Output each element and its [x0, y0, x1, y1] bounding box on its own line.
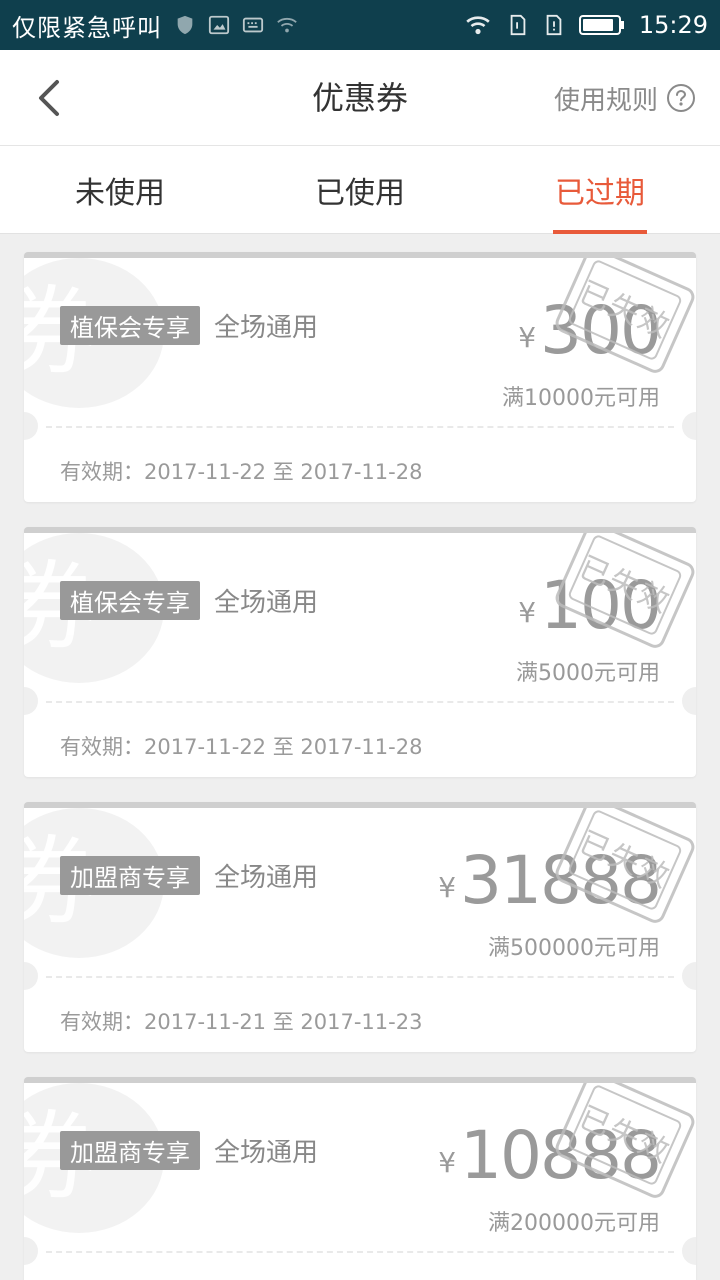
status-bar: 仅限紧急呼叫 15:29: [0, 0, 720, 50]
coupon-scope: 全场通用: [214, 863, 319, 893]
status-time: 15:29: [638, 11, 708, 39]
coupon-card: 券 植保会专享 全场通用 ¥ 300 已失效 满10000元可用 有效期：201…: [24, 252, 696, 502]
notch-right: [682, 412, 696, 440]
sim-icon: [510, 14, 526, 36]
header: 优惠券 使用规则: [0, 50, 720, 146]
currency-symbol: ¥: [438, 871, 457, 904]
currency-symbol: ¥: [518, 596, 537, 629]
dashed-divider: [46, 701, 674, 703]
status-right: 15:29: [463, 11, 708, 39]
notch-left: [24, 687, 38, 715]
coupon-validity: 有效期：2017-11-22 至 2017-11-28: [60, 735, 423, 759]
coupon-scope: 全场通用: [214, 1138, 319, 1168]
dashed-divider: [46, 976, 674, 978]
notch-right: [682, 1237, 696, 1265]
notch-left: [24, 412, 38, 440]
notch-left: [24, 1237, 38, 1265]
wifi-question-icon: [277, 17, 297, 33]
shield-icon: [177, 15, 193, 35]
coupon-tag: 加盟商专享: [60, 856, 200, 895]
status-left: 仅限紧急呼叫: [12, 8, 298, 43]
coupon-list[interactable]: 券 植保会专享 全场通用 ¥ 300 已失效 满10000元可用 有效期：201…: [0, 234, 720, 1280]
currency-symbol: ¥: [518, 321, 537, 354]
keyboard-icon: [242, 17, 264, 33]
status-text: 仅限紧急呼叫: [12, 13, 162, 42]
image-icon: [208, 15, 230, 35]
coupon-condition: 满200000元可用: [488, 1211, 660, 1236]
coupon-card: 券 植保会专享 全场通用 ¥ 100 已失效 满5000元可用 有效期：2017…: [24, 527, 696, 777]
battery-icon: [578, 15, 624, 35]
coupon-card: 券 加盟商专享 全场通用 ¥ 31888 已失效 满500000元可用 有效期：…: [24, 802, 696, 1052]
coupon-tag-row: 植保会专享 全场通用: [60, 581, 318, 620]
coupon-tag-row: 加盟商专享 全场通用: [60, 1131, 318, 1170]
dashed-divider: [46, 1251, 674, 1253]
coupon-tag-row: 植保会专享 全场通用: [60, 306, 318, 345]
tab-used[interactable]: 已使用: [240, 146, 480, 233]
tab-unused[interactable]: 未使用: [0, 146, 240, 233]
notch-left: [24, 962, 38, 990]
coupon-card: 券 加盟商专享 全场通用 ¥ 10888 已失效 满200000元可用: [24, 1077, 696, 1280]
wifi-icon: [466, 16, 490, 35]
help-circle-icon: [667, 84, 695, 112]
usage-rules-label: 使用规则: [553, 85, 658, 116]
notch-right: [682, 687, 696, 715]
tab-expired[interactable]: 已过期: [480, 146, 720, 233]
dashed-divider: [46, 426, 674, 428]
tab-bar: 未使用 已使用 已过期: [0, 146, 720, 234]
coupon-validity: 有效期：2017-11-22 至 2017-11-28: [60, 460, 423, 484]
coupon-scope: 全场通用: [214, 588, 319, 618]
usage-rules-link[interactable]: 使用规则: [554, 50, 696, 146]
coupon-tag-row: 加盟商专享 全场通用: [60, 856, 318, 895]
coupon-condition: 满5000元可用: [516, 661, 660, 686]
notch-right: [682, 962, 696, 990]
currency-symbol: ¥: [438, 1146, 457, 1179]
coupon-condition: 满10000元可用: [502, 386, 660, 411]
sim-icon-2: [546, 14, 562, 36]
coupon-validity: 有效期：2017-11-21 至 2017-11-23: [60, 1010, 423, 1034]
coupon-tag: 加盟商专享: [60, 1131, 200, 1170]
coupon-condition: 满500000元可用: [488, 936, 660, 961]
coupon-tag: 植保会专享: [60, 581, 200, 620]
coupon-tag: 植保会专享: [60, 306, 200, 345]
coupon-scope: 全场通用: [214, 313, 319, 343]
